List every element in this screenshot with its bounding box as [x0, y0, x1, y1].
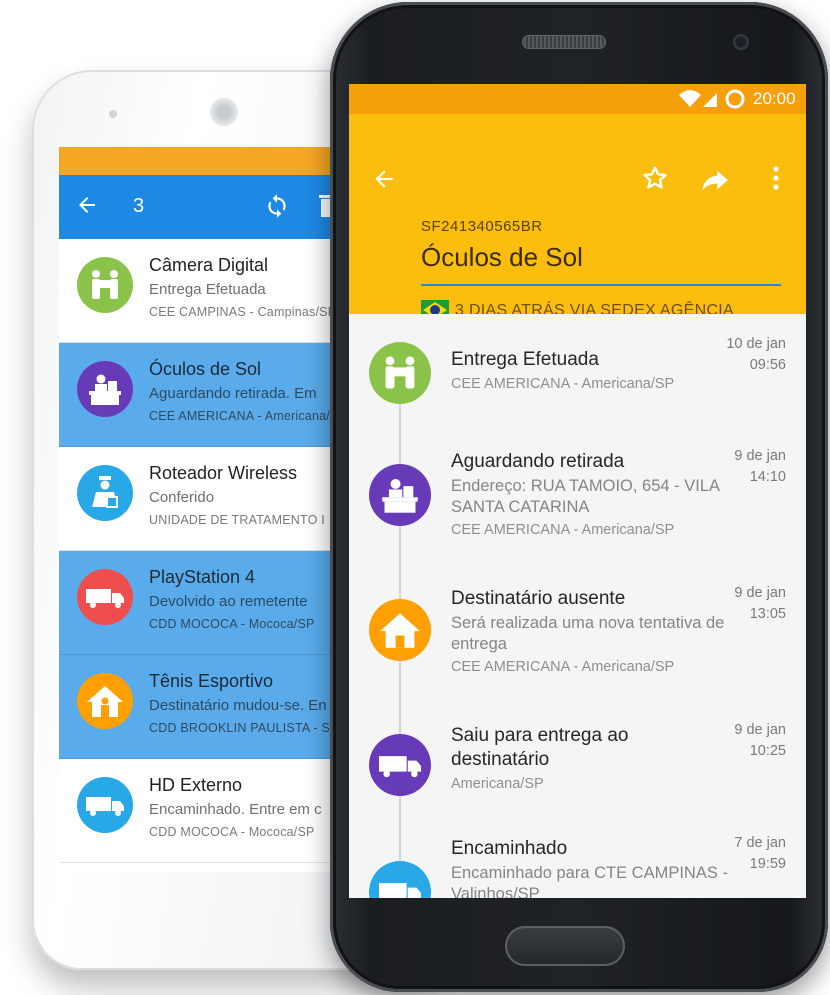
package-status: Destinatário mudou-se. En — [149, 697, 327, 714]
back-speaker — [210, 98, 238, 126]
selection-count: 3 — [133, 195, 145, 217]
package-location: CEE CAMPINAS - Campinas/SP — [149, 305, 337, 319]
package-status: Encaminhado. Entre em c — [149, 801, 322, 818]
package-status: Conferido — [149, 489, 215, 506]
back-arrow-icon[interactable] — [75, 193, 99, 217]
speaker-grille — [522, 35, 606, 49]
back-camera — [109, 110, 117, 118]
timeline-event: Saiu para entrega ao destinatário Americ… — [349, 712, 806, 825]
event-date: 9 de jan 14:10 — [734, 446, 786, 488]
signal-icon — [679, 89, 745, 109]
more-vert-icon[interactable] — [767, 164, 785, 192]
package-location: CDD MOCOCA - Mococa/SP — [149, 617, 315, 631]
event-date: 10 de jan 09:56 — [726, 334, 786, 376]
counter-clerk-icon — [77, 361, 133, 417]
event-location: CEE AMERICANA - Americana/SP — [451, 522, 675, 538]
back-arrow-icon[interactable] — [371, 166, 397, 192]
event-title-line2: destinatário — [451, 749, 550, 770]
event-day: 10 de jan — [726, 336, 786, 352]
event-location: CEE AMERICANA - Americana/SP — [451, 659, 675, 675]
package-row[interactable]: Óculos de Sol Aguardando retirada. Em CE… — [59, 343, 349, 447]
star-icon[interactable] — [641, 164, 669, 192]
package-name: PlayStation 4 — [149, 567, 256, 587]
tracking-code[interactable]: SF241340565BR — [421, 218, 543, 235]
timeline-event: Encaminhado Encaminhado para CTE CAMPINA… — [349, 825, 806, 898]
event-day: 9 de jan — [734, 585, 786, 601]
package-location: UNIDADE DE TRATAMENTO I — [149, 513, 325, 527]
event-day: 9 de jan — [734, 722, 786, 738]
package-status: Aguardando retirada. Em — [149, 385, 317, 402]
package-location: CDD BROOKLIN PAULISTA - S — [149, 721, 330, 735]
event-time: 10:25 — [749, 743, 786, 759]
package-row[interactable]: Roteador Wireless Conferido UNIDADE DE T… — [59, 447, 349, 551]
package-row[interactable]: Câmera Digital Entrega Efetuada CEE CAMP… — [59, 239, 349, 343]
event-date: 9 de jan 13:05 — [734, 583, 786, 625]
package-name: Tênis Esportivo — [149, 671, 274, 691]
sync-icon[interactable] — [264, 193, 290, 219]
event-title: Saiu para entrega ao — [451, 725, 629, 746]
back-app-bar: 3 — [59, 175, 349, 239]
handover-icon — [369, 342, 431, 404]
event-description: Encaminhado para CTE CAMPINAS - Valinhos… — [451, 864, 728, 898]
event-description: Será realizada uma nova tentativa de ent… — [451, 614, 725, 653]
event-date: 7 de jan 19:59 — [734, 833, 786, 875]
truck-icon — [77, 777, 133, 833]
share-icon[interactable] — [701, 166, 729, 192]
event-day: 7 de jan — [734, 835, 786, 851]
package-location: CEE AMERICANA - Americana/SP — [149, 409, 348, 423]
package-name-field[interactable]: Óculos de Sol — [421, 242, 583, 273]
home-button[interactable] — [505, 926, 625, 966]
truck-icon — [369, 734, 431, 796]
back-status-bar — [59, 147, 349, 175]
truck-icon — [369, 861, 431, 898]
event-location: CEE AMERICANA - Americana/SP — [451, 376, 675, 392]
event-day: 9 de jan — [734, 448, 786, 464]
front-phone-screen: 20:00 SF241340565BR Óculos de Sol 3 DIAS… — [349, 84, 806, 898]
inspector-icon — [77, 465, 133, 521]
event-title: Aguardando retirada — [451, 451, 625, 472]
package-status: Entrega Efetuada — [149, 281, 266, 298]
event-description: Endereço: RUA TAMOIO, 654 - VILA SANTA C… — [451, 477, 720, 516]
timeline-event: Destinatário ausente Será realizada uma … — [349, 575, 806, 712]
package-row[interactable]: HD Externo Encaminhado. Entre em c CDD M… — [59, 759, 349, 863]
status-time: 20:00 — [753, 89, 796, 108]
package-list: Câmera Digital Entrega Efetuada CEE CAMP… — [59, 239, 349, 863]
counter-clerk-icon — [369, 464, 431, 526]
timeline-event: Aguardando retirada Endereço: RUA TAMOIO… — [349, 438, 806, 575]
event-time: 19:59 — [749, 856, 786, 872]
event-title: Encaminhado — [451, 838, 568, 859]
truck-icon — [77, 569, 133, 625]
tracking-timeline: Entrega Efetuada CEE AMERICANA - America… — [349, 314, 806, 898]
package-name: HD Externo — [149, 775, 243, 795]
front-camera — [733, 34, 749, 50]
event-time: 13:05 — [749, 606, 786, 622]
package-location: CDD MOCOCA - Mococa/SP — [149, 825, 315, 839]
package-name: Câmera Digital — [149, 255, 269, 275]
status-bar: 20:00 — [349, 84, 806, 114]
event-title: Entrega Efetuada — [451, 349, 599, 370]
handover-icon — [77, 257, 133, 313]
package-row[interactable]: Tênis Esportivo Destinatário mudou-se. E… — [59, 655, 349, 759]
package-name: Óculos de Sol — [149, 359, 262, 379]
package-row[interactable]: PlayStation 4 Devolvido ao remetente CDD… — [59, 551, 349, 655]
name-field-underline — [421, 284, 781, 286]
timeline-event: Entrega Efetuada CEE AMERICANA - America… — [349, 314, 806, 438]
event-title: Destinatário ausente — [451, 588, 626, 609]
house-person-icon — [77, 673, 133, 729]
event-time: 09:56 — [749, 357, 786, 373]
event-time: 14:10 — [749, 469, 786, 485]
package-header: SF241340565BR Óculos de Sol 3 DIAS ATRÁS… — [349, 114, 806, 320]
package-status: Devolvido ao remetente — [149, 593, 308, 610]
house-icon — [369, 599, 431, 661]
package-name: Roteador Wireless — [149, 463, 298, 483]
event-date: 9 de jan 10:25 — [734, 720, 786, 762]
event-location: Americana/SP — [451, 776, 544, 792]
back-phone-screen: 3 Câmera Digital Entrega Efetuada CEE CA… — [59, 147, 349, 872]
